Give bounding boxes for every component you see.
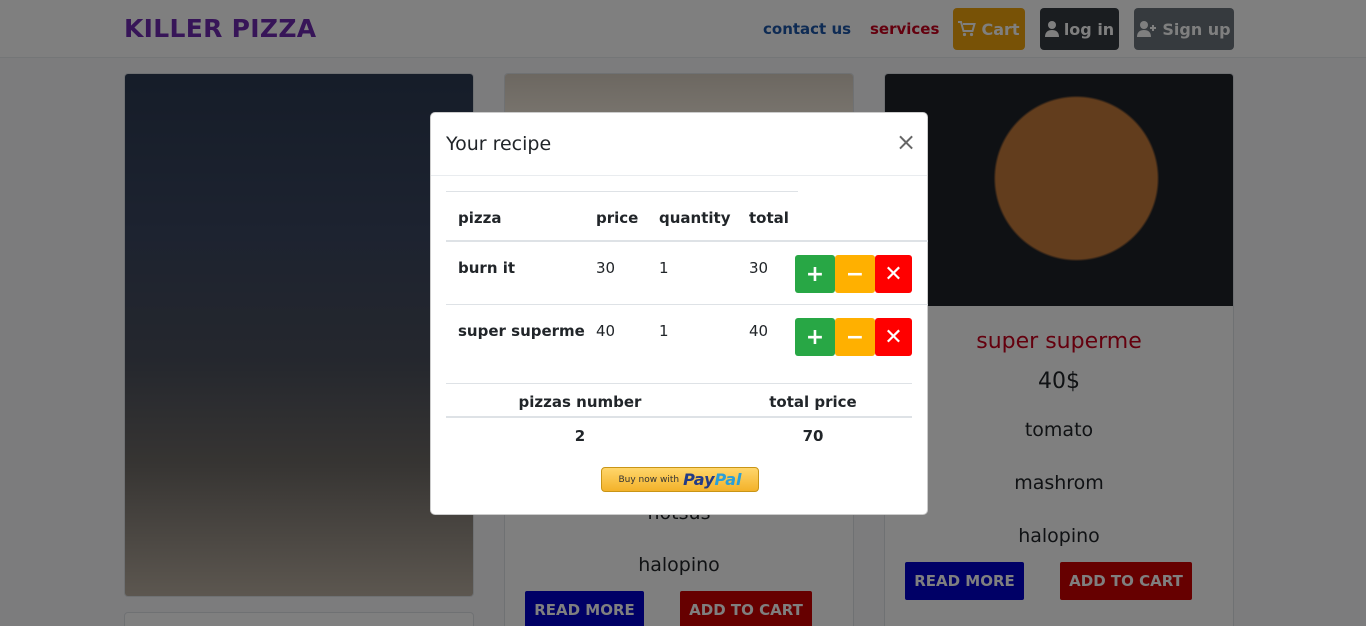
column-header-price: price <box>596 209 639 227</box>
row-divider <box>446 304 928 305</box>
cell-total: 30 <box>749 259 769 277</box>
paypal-logo: PayPal <box>683 470 741 489</box>
cell-quantity: 1 <box>659 322 669 340</box>
close-icon[interactable]: × <box>896 130 916 154</box>
minus-icon[interactable]: − <box>835 255 875 293</box>
paypal-logo-pal: Pal <box>714 470 742 489</box>
summary-header-count: pizzas number <box>518 393 642 411</box>
table-header-border <box>446 240 928 242</box>
paypal-logo-pay: Pay <box>683 470 715 489</box>
table-top-border <box>446 191 798 192</box>
plus-icon[interactable]: + <box>795 255 835 293</box>
plus-icon[interactable]: + <box>795 318 835 356</box>
minus-icon[interactable]: − <box>835 318 875 356</box>
cell-pizza-name: burn it <box>458 259 516 277</box>
cell-price: 30 <box>596 259 616 277</box>
cell-total: 40 <box>749 322 769 340</box>
modal-header: Your recipe × <box>431 113 927 176</box>
paypal-buy-button[interactable]: Buy now with PayPal <box>601 467 759 492</box>
remove-icon[interactable]: ✕ <box>875 318 912 356</box>
column-header-quantity: quantity <box>659 209 731 227</box>
cell-quantity: 1 <box>659 259 669 277</box>
summary-count-value: 2 <box>574 427 586 445</box>
summary-total-value: 70 <box>802 427 824 445</box>
summary-header-price: total price <box>769 393 857 411</box>
column-header-pizza: pizza <box>458 209 502 227</box>
summary-header-border <box>446 416 912 418</box>
cell-pizza-name: super superme <box>458 322 585 340</box>
remove-icon[interactable]: ✕ <box>875 255 912 293</box>
column-header-total: total <box>749 209 789 227</box>
summary-top-border <box>446 383 912 384</box>
cell-price: 40 <box>596 322 616 340</box>
paypal-caption: Buy now with <box>618 474 680 485</box>
recipe-modal: Your recipe × pizza price quantity total… <box>430 112 928 515</box>
modal-title: Your recipe <box>446 133 552 155</box>
